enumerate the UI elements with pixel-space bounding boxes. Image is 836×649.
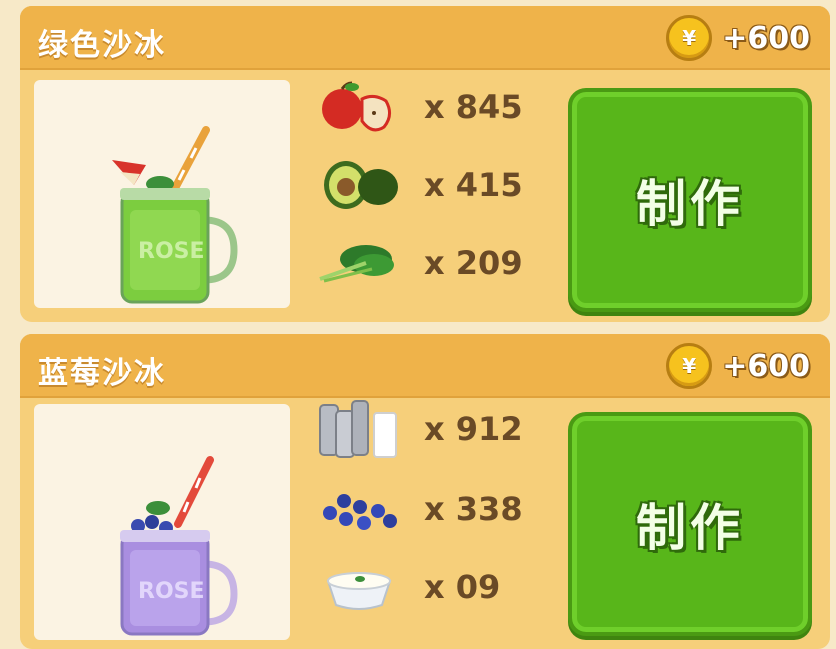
- avocado-icon: [316, 157, 402, 213]
- make-button-label: 制作: [636, 499, 744, 557]
- ingredient-row: x 912: [316, 398, 556, 460]
- coin-symbol: ¥: [682, 26, 697, 50]
- ingredient-row: x 415: [316, 154, 556, 216]
- coin-icon: ¥: [666, 343, 713, 389]
- coin-symbol: ¥: [682, 354, 697, 378]
- ingredient-quantity: x 09: [424, 568, 501, 606]
- reward: ¥ +600: [666, 15, 810, 61]
- make-button[interactable]: 制作: [568, 88, 812, 312]
- reward: ¥ +600: [666, 343, 810, 389]
- ingredient-row: x 09: [316, 556, 556, 618]
- coin-icon: ¥: [666, 15, 713, 61]
- ingredient-quantity: x 845: [424, 88, 523, 126]
- recipe-card-green-smoothie: 绿色沙冰 ¥ +600 ROSE x 845 x 415 x 209 制作: [20, 6, 830, 322]
- recipe-title: 绿色沙冰: [38, 28, 166, 63]
- ingredient-quantity: x 209: [424, 244, 523, 282]
- recipe-header: 绿色沙冰 ¥ +600: [20, 6, 830, 70]
- make-button[interactable]: 制作: [568, 412, 812, 636]
- reward-value: +600: [722, 20, 810, 56]
- reward-value: +600: [722, 348, 810, 384]
- svg-text:ROSE: ROSE: [138, 239, 205, 264]
- ingredient-row: x 209: [316, 232, 556, 294]
- apple-icon: [316, 79, 402, 135]
- ingredient-quantity: x 912: [424, 410, 523, 448]
- recipe-title: 蓝莓沙冰: [38, 356, 166, 391]
- recipe-header: 蓝莓沙冰 ¥ +600: [20, 334, 830, 398]
- yogurt-icon: [316, 559, 402, 615]
- drink-image-panel: ROSE: [34, 80, 290, 308]
- svg-text:ROSE: ROSE: [138, 579, 205, 604]
- blueberry-smoothie-jar-icon: ROSE: [120, 456, 238, 636]
- spinach-icon: [316, 235, 402, 291]
- green-smoothie-jar-icon: ROSE: [112, 126, 238, 304]
- ingredient-quantity: x 338: [424, 490, 523, 528]
- ingredient-row: x 845: [316, 76, 556, 138]
- blueberry-icon: [316, 481, 402, 537]
- milk-icon: [316, 400, 402, 458]
- make-button-label: 制作: [636, 175, 744, 233]
- recipe-card-blueberry-smoothie: 蓝莓沙冰 ¥ +600 ROSE x 912 x 338 x 09 制作: [20, 334, 830, 649]
- ingredient-quantity: x 415: [424, 166, 523, 204]
- ingredient-row: x 338: [316, 478, 556, 540]
- drink-image-panel: ROSE: [34, 404, 290, 640]
